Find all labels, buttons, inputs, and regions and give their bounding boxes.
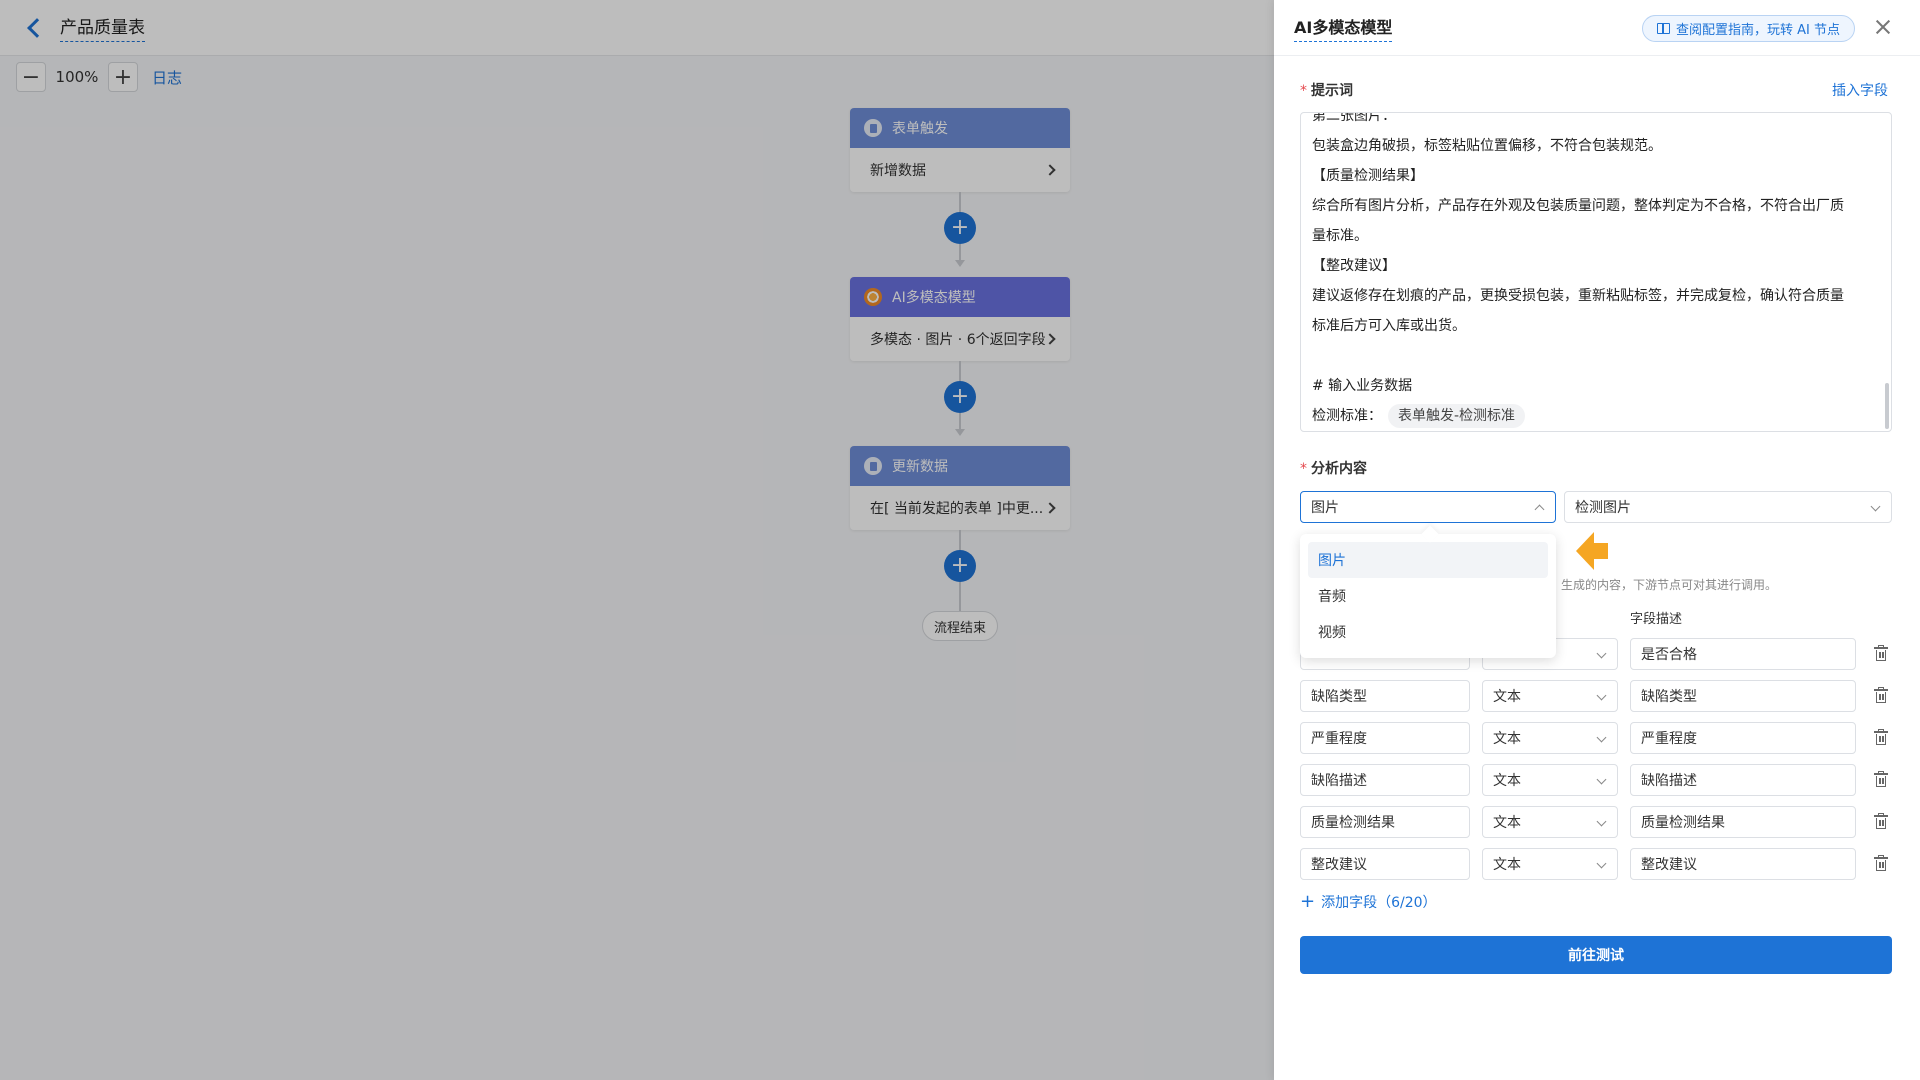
field-name-input[interactable]: 质量检测结果 [1300, 806, 1470, 838]
field-tag[interactable]: 表单触发-检测标准 [1388, 404, 1526, 428]
field-name-input[interactable]: 缺陷类型 [1300, 680, 1470, 712]
config-guide-button[interactable]: 查阅配置指南，玩转 AI 节点 [1642, 15, 1855, 42]
prompt-label: * 提示词 [1300, 80, 1353, 100]
trash-icon[interactable] [1874, 729, 1888, 746]
prompt-line: 包装盒边角破损，标签粘贴位置偏移，不符合包装规范。 [1312, 138, 1662, 154]
field-desc-input[interactable]: 缺陷类型 [1630, 680, 1856, 712]
required-mark: * [1300, 83, 1307, 99]
media-field-select[interactable]: 检测图片 [1564, 491, 1892, 523]
chevron-down-icon [1596, 648, 1607, 659]
dropdown-option-audio[interactable]: 音频 [1308, 578, 1548, 614]
prompt-line: 检测标准： 表单触发-检测标准 [1312, 401, 1872, 431]
field-row: 缺陷描述 文本 缺陷描述 [1300, 764, 1892, 796]
field-row: 整改建议 文本 整改建议 [1300, 848, 1892, 880]
field-desc-input[interactable]: 缺陷描述 [1630, 764, 1856, 796]
field-type-value: 文本 [1493, 773, 1521, 789]
chevron-down-icon [1596, 774, 1607, 785]
field-type-select[interactable]: 文本 [1482, 806, 1618, 838]
chevron-down-icon [1870, 501, 1881, 512]
trash-icon[interactable] [1874, 645, 1888, 662]
close-icon[interactable] [1874, 18, 1892, 36]
trash-icon[interactable] [1874, 771, 1888, 788]
prompt-line: # 输入业务数据 [1312, 378, 1413, 394]
media-type-select[interactable]: 图片 [1300, 491, 1556, 523]
field-type-value: 文本 [1493, 857, 1521, 873]
field-type-select[interactable]: 文本 [1482, 848, 1618, 880]
field-row: 质量检测结果 文本 质量检测结果 [1300, 806, 1892, 838]
trash-icon[interactable] [1874, 855, 1888, 872]
dropdown-option-video[interactable]: 视频 [1308, 614, 1548, 650]
media-type-value: 图片 [1311, 500, 1339, 516]
chevron-down-icon [1596, 690, 1607, 701]
required-mark: * [1300, 461, 1307, 477]
add-field-label: 添加字段（6/20） [1321, 895, 1437, 911]
media-field-value: 检测图片 [1575, 500, 1631, 516]
field-type-select[interactable]: 文本 [1482, 722, 1618, 754]
prompt-line: 第二张图片： [1312, 112, 1396, 124]
insert-field-link[interactable]: 插入字段 [1832, 80, 1888, 100]
scrollbar[interactable] [1885, 383, 1889, 429]
add-field-button[interactable]: + 添加字段（6/20） [1300, 892, 1437, 912]
arrow-left-icon [1576, 532, 1608, 570]
field-type-value: 文本 [1493, 815, 1521, 831]
chevron-down-icon [1596, 858, 1607, 869]
field-type-value: 文本 [1493, 689, 1521, 705]
trash-icon[interactable] [1874, 813, 1888, 830]
prompt-line [1312, 341, 1872, 371]
chevron-up-icon [1534, 504, 1545, 515]
prompt-line: 量标准。 [1312, 228, 1368, 244]
field-desc-input[interactable]: 严重程度 [1630, 722, 1856, 754]
field-desc-input[interactable]: 是否合格 [1630, 638, 1856, 670]
field-name-input[interactable]: 严重程度 [1300, 722, 1470, 754]
prompt-line: 建议返修存在划痕的产品，更换受损包装，重新粘贴标签，并完成复检，确认符合质量 [1312, 288, 1844, 304]
book-icon [1657, 23, 1670, 34]
field-name-input[interactable]: 整改建议 [1300, 848, 1470, 880]
panel-title[interactable]: AI多模态模型 [1294, 14, 1393, 42]
prompt-textarea[interactable]: 第二张图片： 包装盒边角破损，标签粘贴位置偏移，不符合包装规范。 【质量检测结果… [1300, 112, 1892, 432]
plus-icon: + [1300, 891, 1316, 912]
field-desc-input[interactable]: 质量检测结果 [1630, 806, 1856, 838]
prompt-line: 标准后方可入库或出货。 [1312, 318, 1466, 334]
analysis-label: * 分析内容 [1300, 458, 1367, 478]
dropdown-option-image[interactable]: 图片 [1308, 542, 1548, 578]
prompt-label-text: 提示词 [1311, 83, 1353, 99]
field-name-input[interactable]: 缺陷描述 [1300, 764, 1470, 796]
col-desc-header: 字段描述 [1630, 612, 1683, 627]
prompt-line: 综合所有图片分析，产品存在外观及包装质量问题，整体判定为不合格，不符合出厂质 [1312, 198, 1844, 214]
prompt-line: 【质量检测结果】 [1312, 168, 1424, 184]
modal-overlay[interactable] [0, 0, 1274, 1080]
prompt-line-prefix: 检测标准： [1312, 408, 1382, 424]
chevron-down-icon [1596, 732, 1607, 743]
guide-label: 查阅配置指南，玩转 AI 节点 [1676, 23, 1840, 38]
go-test-button[interactable]: 前往测试 [1300, 936, 1892, 974]
field-row: 缺陷类型 文本 缺陷类型 [1300, 680, 1892, 712]
hint-text: 生成的内容，下游节点可对其进行调用。 [1561, 578, 1778, 592]
trash-icon[interactable] [1874, 687, 1888, 704]
field-row: 严重程度 文本 严重程度 [1300, 722, 1892, 754]
field-type-value: 文本 [1493, 731, 1521, 747]
field-type-select[interactable]: 文本 [1482, 764, 1618, 796]
field-type-select[interactable]: 文本 [1482, 680, 1618, 712]
field-desc-input[interactable]: 整改建议 [1630, 848, 1856, 880]
panel-header: AI多模态模型 查阅配置指南，玩转 AI 节点 [1274, 0, 1920, 56]
prompt-content: 第二张图片： 包装盒边角破损，标签粘贴位置偏移，不符合包装规范。 【质量检测结果… [1312, 112, 1872, 431]
prompt-line: 【整改建议】 [1312, 258, 1396, 274]
media-type-dropdown: 图片 音频 视频 [1300, 534, 1556, 658]
analysis-label-text: 分析内容 [1311, 461, 1367, 477]
chevron-down-icon [1596, 816, 1607, 827]
